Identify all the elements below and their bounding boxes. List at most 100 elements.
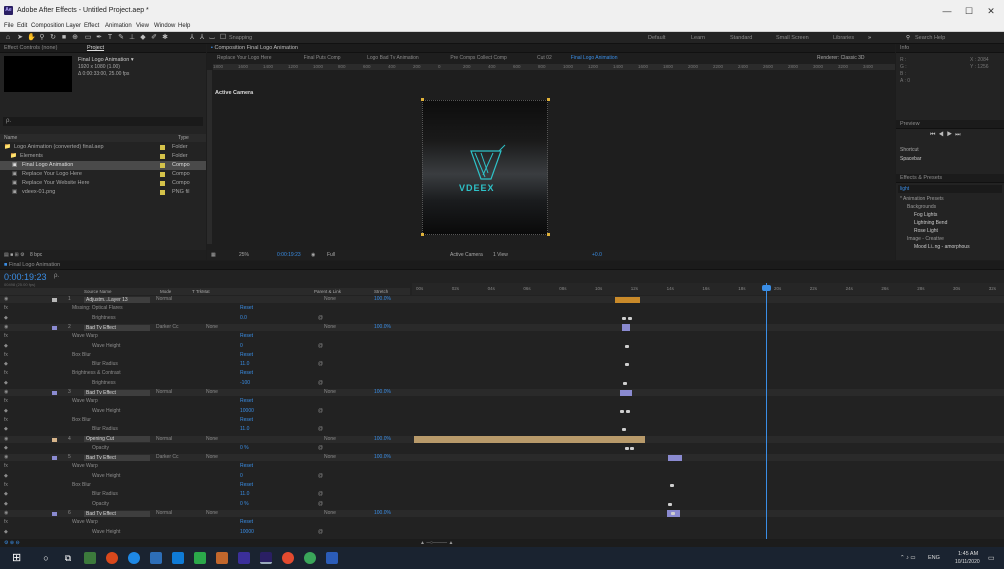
transform-handle[interactable] <box>421 233 424 236</box>
property-value[interactable]: 11.0 <box>240 491 249 498</box>
keyframe-marker[interactable] <box>622 428 626 432</box>
type-tool-icon[interactable]: T <box>106 34 114 42</box>
effects-tree-item[interactable]: Backgrounds <box>907 204 936 210</box>
layer-name[interactable]: Opening Cut <box>84 436 150 443</box>
effect-group-row[interactable]: fx Box Blur Reset <box>0 352 1004 359</box>
col-type[interactable]: Type <box>178 134 189 142</box>
menu-help[interactable]: Help <box>178 23 190 29</box>
new-folder-icon[interactable]: ■ <box>10 252 13 258</box>
timeline-layer-row[interactable]: ◉ 2 Bad Tv Effect Darker Cc None None 100.0% <box>0 323 1004 332</box>
keyframe-marker[interactable] <box>623 381 627 385</box>
keyframe-marker[interactable] <box>625 446 629 450</box>
property-value[interactable]: -100 <box>240 380 250 387</box>
views-dropdown[interactable]: 1 View <box>493 250 508 260</box>
eraser-tool-icon[interactable]: ◆ <box>139 34 147 42</box>
property-value[interactable]: 0 <box>240 343 243 350</box>
layer-name[interactable]: Bad Tv Effect <box>84 324 150 331</box>
blend-mode-dropdown[interactable]: Normal <box>156 510 172 517</box>
timeline-tab-label[interactable]: Final Logo Animation <box>9 262 60 268</box>
tab-effect-controls[interactable]: Effect Controls (none) <box>4 45 57 51</box>
vlc-icon[interactable] <box>216 552 228 564</box>
search-help-icon[interactable]: ⚲ <box>906 35 910 41</box>
visibility-eye-icon[interactable]: ◉ <box>4 389 8 396</box>
preview-tab[interactable]: Preview <box>896 120 1004 129</box>
timeline-layer-row[interactable]: ◉ 5 Bad Tv Effect Darker Cc None None 100.0% <box>0 454 1004 462</box>
blend-mode-dropdown[interactable]: Normal <box>156 389 172 396</box>
menu-composition[interactable]: Composition <box>31 23 64 29</box>
keyframe-nav-icon[interactable]: ◆ <box>4 315 8 322</box>
parent-dropdown[interactable]: None <box>324 389 336 396</box>
keyframe-nav-icon[interactable]: ◆ <box>4 380 8 387</box>
clock-date[interactable]: 10/11/2020 <box>955 559 980 565</box>
visibility-eye-icon[interactable]: ◉ <box>4 454 8 461</box>
project-item[interactable]: ▣ Replace Your Website Here Compo <box>0 179 206 188</box>
camera-tool-icon[interactable]: ■ <box>60 34 68 42</box>
search-icon[interactable]: ○ <box>40 552 52 564</box>
keyframe-nav-icon[interactable]: ◆ <box>4 501 8 508</box>
fx-icon[interactable]: fx <box>4 519 8 526</box>
timeline-layer-row[interactable]: ◉ 6 Bad Tv Effect Normal None None 100.0% <box>0 509 1004 518</box>
effect-group-row[interactable]: fx Wave Warp Reset <box>0 333 1004 340</box>
workspace-default[interactable]: Default <box>648 35 665 41</box>
app-icon[interactable] <box>106 552 118 564</box>
zoom-tool-icon[interactable]: ⚲ <box>38 34 46 42</box>
info-tab[interactable]: Info <box>896 44 1004 53</box>
timeline-layer-row[interactable]: ◉ 3 Bad Tv Effect Normal None None 100.0% <box>0 389 1004 397</box>
app-icon[interactable] <box>304 552 316 564</box>
layer-name[interactable]: Adjustm...Layer 13 <box>84 296 150 303</box>
keyframe-marker[interactable] <box>630 446 634 450</box>
rotate-tool-icon[interactable]: ↻ <box>49 34 57 42</box>
label-color-swatch[interactable] <box>160 163 165 168</box>
keyframe-marker[interactable] <box>668 502 672 506</box>
hand-tool-icon[interactable]: ✋ <box>27 34 36 42</box>
parent-dropdown[interactable]: None <box>324 324 336 331</box>
col-stretch[interactable]: Stretch <box>374 288 388 295</box>
trkmat-dropdown[interactable]: None <box>206 324 218 331</box>
project-item[interactable]: ▣ vdeex-01.png PNG fil <box>0 188 206 197</box>
trkmat-dropdown[interactable]: None <box>206 510 218 517</box>
timeline-layer-row[interactable]: ◉ 4 Opening Cut Normal None None 100.0% <box>0 435 1004 443</box>
menu-edit[interactable]: Edit <box>17 23 27 29</box>
col-name[interactable]: Name <box>4 135 17 141</box>
breadcrumb-item[interactable]: Final Logo Animation <box>571 55 618 61</box>
reset-link[interactable]: Reset <box>240 333 253 340</box>
property-value[interactable]: 10000 <box>240 529 254 536</box>
puppet-tool-icon[interactable]: ✱ <box>161 34 169 42</box>
new-comp-icon[interactable]: ⊞ <box>15 252 19 258</box>
app-icon[interactable] <box>84 552 96 564</box>
property-row[interactable]: ◆ Blur Radius 11.0 @ <box>0 361 1004 368</box>
fx-icon[interactable]: fx <box>4 482 8 489</box>
breadcrumb-item[interactable]: Final Puts Comp <box>304 55 341 61</box>
effects-tree-item[interactable]: Mood Li..ng - amorphous <box>914 244 970 250</box>
effect-group-row[interactable]: fx Wave Warp Reset <box>0 463 1004 470</box>
edge-browser-icon[interactable] <box>128 552 140 564</box>
property-row[interactable]: ◆ Blur Radius 11.0 @ <box>0 491 1004 498</box>
zoom-dropdown[interactable]: 25% <box>239 250 249 260</box>
app-icon[interactable] <box>194 552 206 564</box>
reset-link[interactable]: Reset <box>240 417 253 424</box>
pen-tool-icon[interactable]: ✒ <box>95 34 103 42</box>
menu-view[interactable]: View <box>136 23 149 29</box>
visibility-eye-icon[interactable]: ◉ <box>4 324 8 331</box>
reset-link[interactable]: Reset <box>240 370 253 377</box>
effect-group-row[interactable]: fx Box Blur Reset <box>0 482 1004 489</box>
keyframe-marker[interactable] <box>620 409 624 413</box>
property-value[interactable]: 11.0 <box>240 361 249 368</box>
keyframe-nav-icon[interactable]: ◆ <box>4 491 8 498</box>
pick-whip-icon[interactable]: @ <box>318 491 323 498</box>
col-source-name[interactable]: Source Name <box>84 288 112 295</box>
visibility-eye-icon[interactable]: ◉ <box>4 436 8 443</box>
pick-whip-icon[interactable]: @ <box>318 343 323 350</box>
blend-mode-dropdown[interactable]: Normal <box>156 296 172 303</box>
property-value[interactable]: 0.0 <box>240 315 247 322</box>
property-row[interactable]: ◆ Opacity 0 % @ <box>0 501 1004 508</box>
word-icon[interactable] <box>326 552 338 564</box>
keyframe-marker[interactable] <box>670 484 674 487</box>
store-icon[interactable] <box>150 552 162 564</box>
stretch-value[interactable]: 100.0% <box>374 389 391 396</box>
playhead-handle[interactable] <box>762 285 771 291</box>
minimize-button[interactable]: — <box>940 5 954 17</box>
col-mode[interactable]: Mode <box>160 288 171 295</box>
layer-duration-bar[interactable] <box>668 454 682 462</box>
bpc-label[interactable]: 8 bpc <box>30 252 42 258</box>
